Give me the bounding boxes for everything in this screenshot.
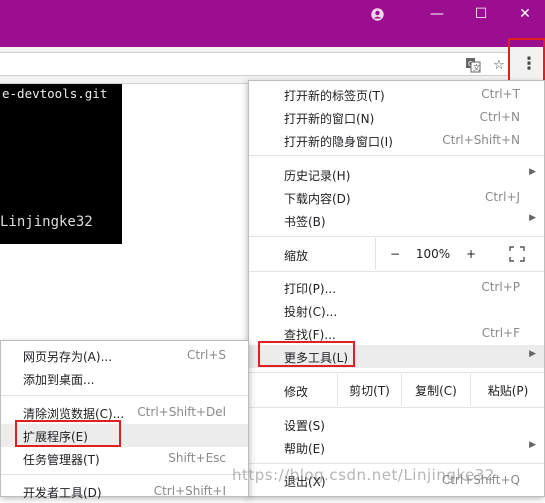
menu-separator bbox=[1, 474, 248, 475]
menu-separator bbox=[1, 395, 248, 396]
menu-item-new-tab[interactable]: 打开新的标签页(T) Ctrl+T bbox=[249, 83, 544, 106]
minimize-button[interactable]: — bbox=[414, 0, 460, 28]
cut-button[interactable]: 剪切(T) bbox=[337, 374, 401, 406]
menu-row-zoom: 缩放 − 100% + bbox=[249, 238, 544, 270]
minimize-icon: — bbox=[430, 6, 444, 22]
menu-item-cast[interactable]: 投射(C)... bbox=[249, 299, 544, 322]
zoom-divider bbox=[375, 238, 376, 270]
bookmark-star-icon[interactable]: ☆ bbox=[489, 55, 509, 75]
menu-item-history[interactable]: 历史记录(H) ▶ bbox=[249, 163, 544, 186]
menu-item-print[interactable]: 打印(P)... Ctrl+P bbox=[249, 276, 544, 299]
extensions-highlight bbox=[15, 420, 121, 447]
terminal-screenshot: e-devtools.git Linjingke32 bbox=[0, 84, 122, 244]
address-bar[interactable] bbox=[0, 52, 510, 76]
translate-icon[interactable]: G文 bbox=[463, 55, 483, 75]
submenu-item-task-manager[interactable]: 任务管理器(T) Shift+Esc bbox=[1, 447, 248, 470]
menu-item-new-window[interactable]: 打开新的窗口(N) Ctrl+N bbox=[249, 106, 544, 129]
plus-icon: + bbox=[465, 247, 477, 261]
menu-item-new-incognito[interactable]: 打开新的隐身窗口(I) Ctrl+Shift+N bbox=[249, 129, 544, 152]
menu-separator bbox=[249, 407, 544, 408]
menu-item-bookmarks[interactable]: 书签(B) ▶ bbox=[249, 209, 544, 232]
profile-icon[interactable] bbox=[355, 0, 399, 28]
menu-row-edit: 修改 剪切(T) 复制(C) 粘贴(P) bbox=[249, 374, 544, 406]
fullscreen-icon bbox=[509, 246, 525, 262]
submenu-item-add-to-desktop[interactable]: 添加到桌面... bbox=[1, 367, 248, 390]
more-tools-highlight bbox=[258, 341, 355, 367]
chrome-main-menu: 打开新的标签页(T) Ctrl+T 打开新的窗口(N) Ctrl+N 打开新的隐… bbox=[248, 80, 545, 497]
menu-separator bbox=[249, 463, 544, 464]
menu-separator bbox=[249, 372, 544, 373]
menu-separator bbox=[249, 271, 544, 272]
zoom-in-button[interactable]: + bbox=[453, 238, 489, 270]
chevron-right-icon: ▶ bbox=[529, 213, 536, 223]
copy-button[interactable]: 复制(C) bbox=[401, 374, 470, 406]
maximize-button[interactable]: ☐ bbox=[458, 0, 504, 28]
minus-icon: − bbox=[389, 247, 401, 261]
more-tools-submenu: 网页另存为(A)... Ctrl+S 添加到桌面... 清除浏览数据(C)...… bbox=[0, 340, 249, 500]
menu-separator bbox=[249, 236, 544, 237]
chevron-right-icon: ▶ bbox=[529, 349, 536, 359]
chevron-right-icon: ▶ bbox=[529, 440, 536, 450]
submenu-item-dev-tools[interactable]: 开发者工具(D) Ctrl+Shift+I bbox=[1, 480, 248, 503]
paste-button[interactable]: 粘贴(P) bbox=[470, 374, 545, 406]
svg-text:文: 文 bbox=[473, 63, 480, 72]
submenu-item-save-page[interactable]: 网页另存为(A)... Ctrl+S bbox=[1, 344, 248, 367]
terminal-watermark: Linjingke32 bbox=[0, 214, 93, 230]
zoom-level: 100% bbox=[415, 247, 451, 261]
blog-watermark: https://blog.csdn.net/Linjingke32 bbox=[232, 466, 495, 484]
fullscreen-button[interactable] bbox=[499, 238, 535, 270]
terminal-text: e-devtools.git bbox=[2, 86, 108, 101]
menu-item-settings[interactable]: 设置(S) bbox=[249, 413, 544, 436]
menu-separator bbox=[249, 155, 544, 156]
maximize-icon: ☐ bbox=[474, 6, 488, 22]
chevron-right-icon: ▶ bbox=[529, 167, 536, 177]
zoom-out-button[interactable]: − bbox=[377, 238, 413, 270]
title-bar: — ☐ ✕ bbox=[0, 0, 545, 47]
close-button[interactable]: ✕ bbox=[502, 0, 545, 28]
menu-item-downloads[interactable]: 下载内容(D) Ctrl+J bbox=[249, 186, 544, 209]
menu-item-help[interactable]: 帮助(E) ▶ bbox=[249, 436, 544, 459]
close-icon: ✕ bbox=[519, 6, 531, 22]
